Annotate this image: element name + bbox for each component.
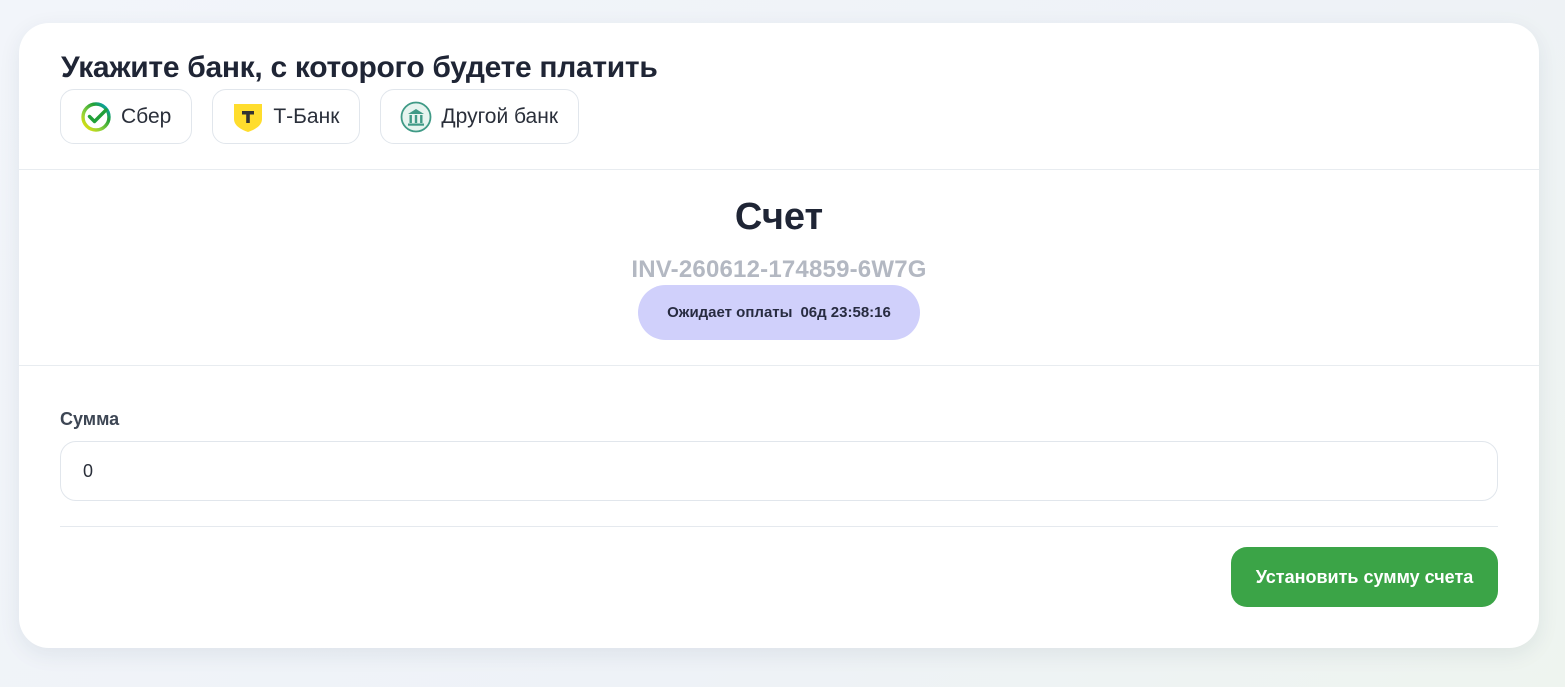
invoice-info-section: Счет INV-260612-174859-6W7G Ожидает опла… bbox=[19, 170, 1539, 366]
bank-option-tbank[interactable]: Т-Банк bbox=[212, 89, 361, 144]
amount-input[interactable] bbox=[60, 441, 1498, 501]
set-amount-button[interactable]: Установить сумму счета bbox=[1231, 547, 1498, 607]
bank-option-label: Другой банк bbox=[441, 104, 559, 128]
bank-option-sber[interactable]: Сбер bbox=[60, 89, 193, 144]
countdown-timer: 06д 23:58:16 bbox=[800, 304, 891, 321]
bank-selection-section: Укажите банк, с которого будете платить bbox=[19, 23, 1539, 170]
sber-logo-icon bbox=[80, 101, 112, 133]
bank-option-label: Сбер bbox=[121, 104, 172, 128]
status-badge: Ожидает оплаты 06д 23:58:16 bbox=[638, 285, 920, 340]
bank-list: Сбер Т-Банк Другой банк bbox=[60, 89, 580, 144]
bank-option-other[interactable]: Другой банк bbox=[380, 89, 580, 144]
status-label: Ожидает оплаты bbox=[667, 304, 793, 321]
invoice-card: Укажите банк, с которого будете платить bbox=[19, 23, 1539, 648]
invoice-title: Счет bbox=[734, 196, 824, 238]
amount-label: Сумма bbox=[60, 409, 120, 429]
tbank-logo-icon bbox=[232, 101, 264, 133]
bank-selection-title: Укажите банк, с которого будете платить bbox=[61, 51, 658, 84]
divider bbox=[60, 526, 1498, 527]
invoice-id: INV-260612-174859-6W7G bbox=[631, 256, 927, 283]
bank-building-icon bbox=[400, 101, 432, 133]
amount-section: Сумма Установить сумму счета bbox=[19, 366, 1539, 648]
bank-option-label: Т-Банк bbox=[273, 104, 340, 128]
